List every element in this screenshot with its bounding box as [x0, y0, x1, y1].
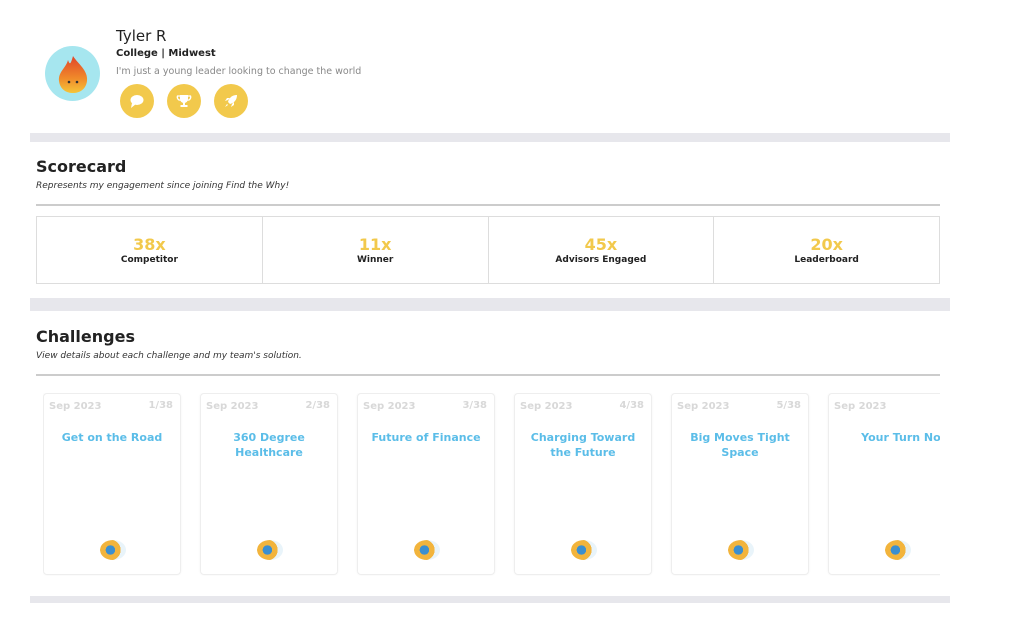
challenge-date: Sep 2023: [49, 401, 102, 412]
challenge-card[interactable]: Sep 2023 4/38 Charging Toward the Future: [514, 393, 652, 575]
stat-label: Winner: [356, 255, 394, 265]
challenge-count: 2/38: [305, 400, 330, 411]
section-divider: [30, 133, 950, 142]
challenge-illustration-icon: [885, 540, 911, 560]
challenge-card[interactable]: Sep 2023 3/38 Future of Finance: [357, 393, 495, 575]
challenge-card[interactable]: Sep 20236Your Turn Now: [828, 393, 940, 575]
challenge-illustration-icon: [257, 540, 283, 560]
challenges-rule: [36, 374, 940, 376]
section-divider: [30, 298, 950, 311]
scorecard-rule: [36, 204, 940, 206]
challenge-title: 360 Degree Healthcare: [233, 431, 305, 459]
profile-name: Tyler R: [116, 27, 167, 45]
stat-advisors: 45x Advisors Engaged: [489, 217, 715, 283]
challenge-title: Your Turn Now: [861, 431, 940, 444]
stat-label: Competitor: [120, 255, 178, 265]
challenge-count: 3/38: [462, 400, 487, 411]
avatar: [45, 46, 100, 101]
challenge-illustration-icon: [414, 540, 440, 560]
challenge-date: Sep 2023: [677, 401, 730, 412]
challenge-date: Sep 2023: [520, 401, 573, 412]
challenge-illustration-icon: [571, 540, 597, 560]
challenge-count: 4/38: [619, 400, 644, 411]
scorecard-title: Scorecard: [36, 157, 127, 176]
challenge-count: 1/38: [148, 400, 173, 411]
chat-icon: [130, 95, 144, 108]
challenge-illustration-icon: [728, 540, 754, 560]
scorecard-description: Represents my engagement since joining F…: [36, 181, 290, 191]
challenge-title: Future of Finance: [371, 431, 481, 444]
stat-value: 45x: [584, 235, 618, 254]
stat-value: 11x: [358, 235, 392, 254]
stat-winner: 11x Winner: [263, 217, 489, 283]
section-divider: [30, 596, 950, 603]
challenge-card[interactable]: Sep 2023 5/38 Big Moves Tight Space: [671, 393, 809, 575]
stat-value: 38x: [133, 235, 166, 254]
challenge-title: Get on the Road: [61, 431, 163, 444]
challenges-description: View details about each challenge and my…: [36, 351, 302, 361]
chat-badge-button[interactable]: [120, 84, 154, 118]
flame-mascot-icon: [58, 55, 87, 93]
scorecard-stats: 38x Competitor 11x Winner 45x Advisors Enga…: [36, 216, 940, 284]
profile-subtitle: College | Midwest: [116, 48, 216, 59]
challenge-date: Sep 2023: [834, 401, 887, 412]
challenge-card[interactable]: Sep 2023 2/38 360 Degree Healthcare: [200, 393, 338, 575]
stat-value: 20x: [810, 235, 843, 254]
challenge-date: Sep 2023: [206, 401, 259, 412]
challenge-date: Sep 2023: [363, 401, 416, 412]
rocket-icon: [225, 95, 237, 107]
challenge-count: 5/38: [776, 400, 801, 411]
profile-bio: I'm just a young leader looking to chang…: [116, 66, 362, 77]
challenge-title: Big Moves Tight Space: [690, 431, 790, 459]
challenge-title: Charging Toward the Future: [530, 431, 636, 459]
challenge-carousel[interactable]: Sep 2023 1/38 Get on the Road Sep 2023 2/38…: [43, 393, 940, 576]
stat-label: Leaderboard: [794, 255, 859, 265]
trophy-badge-button[interactable]: [167, 84, 201, 118]
stat-competitor: 38x Competitor: [37, 217, 263, 283]
rocket-badge-button[interactable]: [214, 84, 248, 118]
challenges-title: Challenges: [36, 327, 135, 346]
trophy-icon: [176, 95, 192, 107]
stat-label: Advisors Engaged: [555, 255, 647, 265]
stat-leaderboard: 20x Leaderboard: [714, 217, 939, 283]
challenge-card[interactable]: Sep 2023 1/38 Get on the Road: [43, 393, 181, 575]
challenge-illustration-icon: [100, 540, 126, 560]
